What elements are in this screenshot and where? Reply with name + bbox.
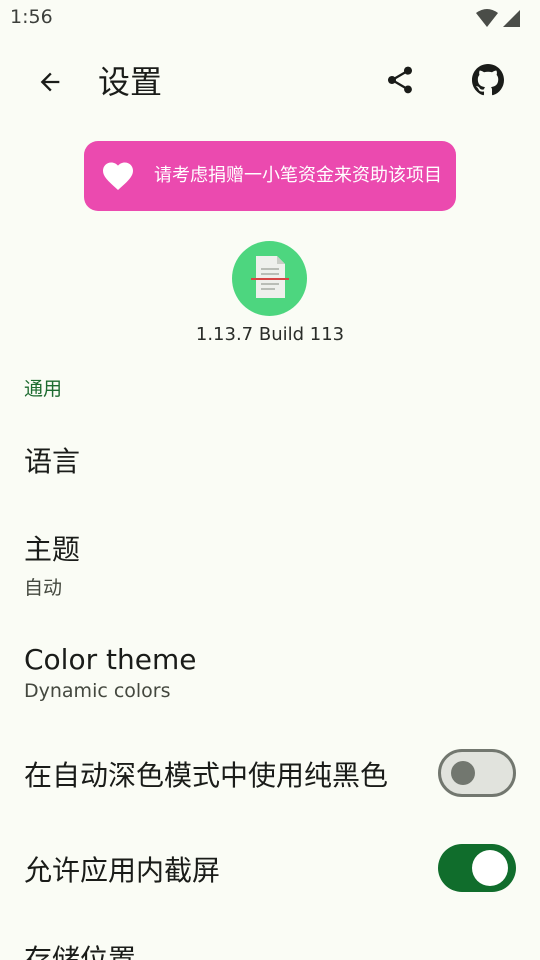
pref-title: 允许应用内截屏: [24, 854, 221, 887]
section-header-general: 通用: [24, 378, 63, 400]
pref-storage-location[interactable]: 存储位置: [0, 920, 540, 960]
status-icons: [476, 8, 520, 32]
version-text: 1.13.7 Build 113: [195, 324, 345, 345]
pref-summary: Dynamic colors: [24, 680, 171, 702]
status-bar: 1:56: [0, 0, 540, 36]
pref-title: Color theme: [24, 643, 197, 676]
status-time: 1:56: [10, 6, 53, 28]
pure-black-switch[interactable]: [438, 749, 516, 797]
heart-icon: [100, 158, 136, 198]
github-button[interactable]: [462, 56, 514, 108]
switch-thumb: [451, 761, 475, 785]
switch-thumb: [472, 850, 508, 886]
document-scan-icon: [249, 254, 291, 304]
pref-title: 主题: [24, 533, 81, 566]
pref-title: 存储位置: [24, 943, 137, 960]
pref-allow-screenshot[interactable]: 允许应用内截屏: [0, 825, 540, 915]
pref-summary: 自动: [24, 577, 63, 599]
donate-text: 请考虑捐赠一小笔资金来资助该项目: [154, 165, 442, 186]
pref-theme[interactable]: 主题 自动: [0, 510, 540, 610]
app-logo: [232, 241, 307, 316]
share-icon: [384, 64, 416, 100]
github-icon: [472, 64, 504, 100]
allow-screenshot-switch[interactable]: [438, 844, 516, 892]
donate-banner[interactable]: 请考虑捐赠一小笔资金来资助该项目: [84, 141, 456, 211]
pref-color-theme[interactable]: Color theme Dynamic colors: [0, 625, 540, 720]
cellular-signal-icon: [502, 8, 520, 32]
wifi-icon: [476, 8, 498, 32]
page-title: 设置: [98, 63, 163, 101]
arrow-back-icon: [36, 68, 64, 100]
back-button[interactable]: [24, 58, 76, 110]
pref-pure-black[interactable]: 在自动深色模式中使用纯黑色: [0, 730, 540, 820]
pref-title: 在自动深色模式中使用纯黑色: [24, 759, 389, 792]
pref-language[interactable]: 语言: [0, 420, 540, 500]
app-bar: 设置: [0, 44, 540, 120]
share-button[interactable]: [374, 56, 426, 108]
pref-title: 语言: [24, 445, 81, 478]
